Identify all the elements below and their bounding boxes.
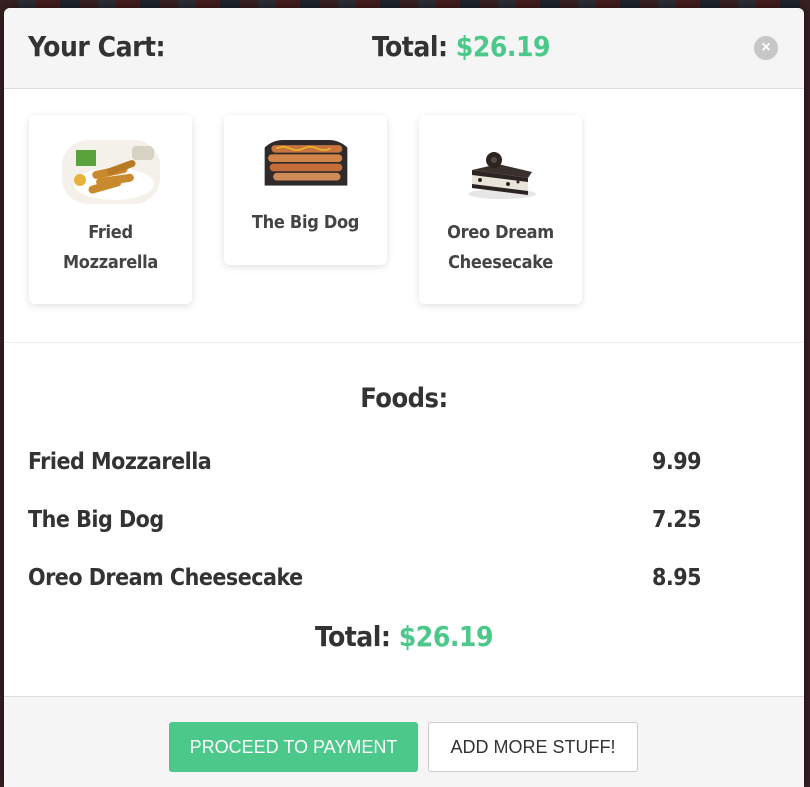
- foods-total: Total: $26.19: [4, 620, 804, 653]
- add-more-stuff-button[interactable]: ADD MORE STUFF!: [428, 722, 638, 772]
- foods-total-amount: $26.19: [398, 620, 494, 653]
- close-button[interactable]: ×: [754, 36, 778, 60]
- proceed-to-payment-button[interactable]: PROCEED TO PAYMENT: [169, 722, 418, 772]
- food-price: 8.95: [652, 565, 702, 591]
- cart-item-name: Oreo Dream Cheesecake: [447, 222, 554, 273]
- foods-summary: Foods: Fried Mozzarella 9.99 The Big Dog…: [4, 343, 804, 695]
- fried-mozzarella-image: [61, 140, 160, 204]
- foods-title: Foods:: [360, 383, 448, 414]
- food-name: Fried Mozzarella: [28, 449, 212, 475]
- food-name: Oreo Dream Cheesecake: [28, 565, 303, 591]
- header-total-amount: $26.19: [455, 30, 551, 63]
- food-name: The Big Dog: [28, 507, 164, 533]
- cart-item-name: Fried Mozzarella: [62, 222, 158, 273]
- cart-title: Your Cart:: [28, 30, 166, 63]
- food-price: 7.25: [652, 507, 702, 533]
- food-row: Oreo Dream Cheesecake 8.95: [28, 565, 728, 595]
- cart-item-card[interactable]: Fried Mozzarella: [29, 115, 192, 304]
- header-total-label: Total:: [372, 30, 448, 63]
- cart-modal: Your Cart: Total: $26.19 × Fried Mozzare…: [4, 8, 804, 787]
- food-row: Fried Mozzarella 9.99: [28, 449, 728, 479]
- foods-total-label: Total:: [314, 620, 391, 653]
- food-row: The Big Dog 7.25: [28, 507, 728, 537]
- cart-items-row: Fried Mozzarella The Big Dog Oreo Dream …: [4, 89, 804, 343]
- modal-header: Your Cart: Total: $26.19 ×: [4, 8, 804, 89]
- modal-footer: PROCEED TO PAYMENT ADD MORE STUFF!: [4, 696, 804, 787]
- cheesecake-image: [451, 140, 550, 204]
- hot-dog-image: [264, 140, 347, 186]
- header-total: Total: $26.19: [372, 30, 551, 63]
- food-price: 9.99: [652, 449, 702, 475]
- cart-item-card[interactable]: The Big Dog: [224, 115, 387, 265]
- close-icon: ×: [761, 39, 771, 56]
- cart-item-name: The Big Dog: [251, 212, 360, 233]
- cart-item-card[interactable]: Oreo Dream Cheesecake: [419, 115, 582, 304]
